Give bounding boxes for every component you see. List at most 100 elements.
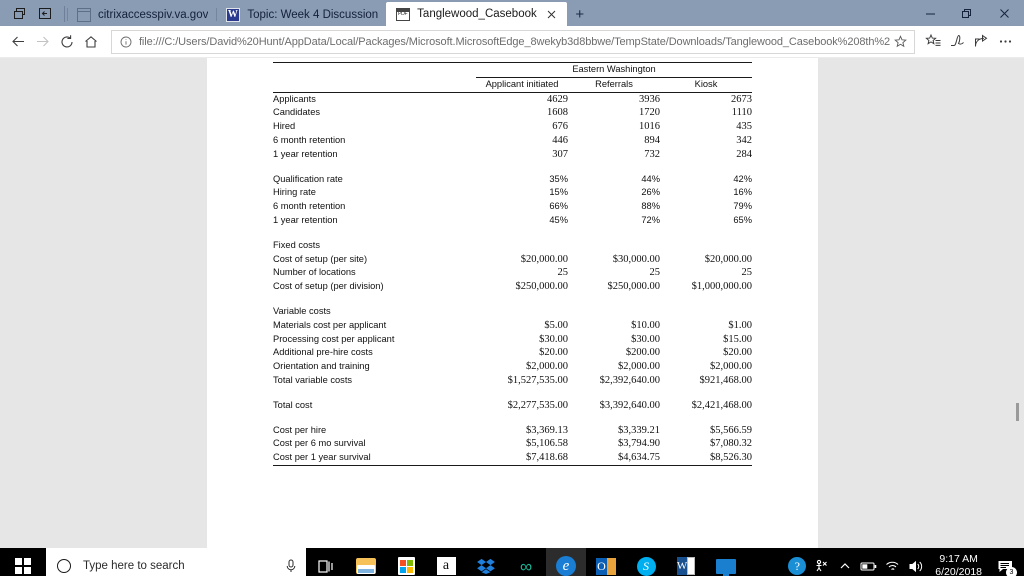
row-label [273, 162, 476, 173]
tab-citrix[interactable]: citrixaccesspiv.va.gov [67, 3, 216, 26]
cell-kiosk [660, 294, 752, 305]
cell-applicant-initiated: 15% [549, 187, 568, 198]
tab-tanglewood-casebook[interactable]: PDF Tanglewood_Casebook [386, 2, 567, 26]
home-button[interactable] [79, 27, 103, 57]
vertical-scrollbar[interactable] [1010, 58, 1024, 548]
taskbar-item-microsoft-store[interactable] [386, 548, 426, 576]
tab-title: Tanglewood_Casebook [417, 8, 537, 20]
cell-kiosk: $8,526.30 [660, 451, 752, 466]
microphone-icon[interactable] [284, 559, 298, 573]
cell-referrals: 88% [641, 201, 660, 212]
cell-referrals [568, 305, 660, 319]
minimize-button[interactable] [912, 0, 948, 26]
taskbar-item-skype[interactable]: S [626, 548, 666, 576]
table-row: Cost per 1 year survival $7,418.68 $4,634.… [273, 451, 752, 466]
cell-applicant-initiated [476, 162, 568, 173]
row-label: Hiring rate [273, 187, 316, 198]
cell-applicant-initiated: $2,277,535.00 [507, 399, 568, 411]
row-label [273, 294, 476, 305]
taskbar-item-amazon[interactable]: a [426, 548, 466, 576]
wifi-icon[interactable] [881, 548, 905, 576]
back-button[interactable] [6, 27, 30, 57]
refresh-button[interactable] [54, 27, 78, 57]
table-title-row: Eastern Washington [273, 62, 752, 78]
new-tab-button[interactable]: + [567, 3, 593, 26]
wikipedia-w-icon: W [225, 7, 240, 22]
row-label: 6 month retention [273, 201, 346, 212]
cell-kiosk: $20,000.00 [704, 253, 752, 265]
cell-applicant-initiated: 4629 [547, 93, 568, 105]
volume-icon[interactable] [905, 548, 929, 576]
favorites-hub-icon[interactable] [921, 27, 945, 57]
taskbar-item-outlook[interactable]: O [586, 548, 626, 576]
table-row: Hiring rate 15% 26% 16% [273, 186, 752, 200]
table-row: Materials cost per applicant $5.00 $10.00 $… [273, 319, 752, 333]
taskbar-item-infinity-app[interactable]: ∞ [506, 548, 546, 576]
row-label: Total cost [273, 399, 313, 410]
cell-referrals: $30,000.00 [612, 253, 660, 265]
taskbar-item-remote-desktop[interactable] [706, 548, 746, 576]
cell-referrals: $4,634.75 [568, 451, 660, 466]
battery-icon[interactable] [857, 548, 881, 576]
cell-applicant-initiated: $30.00 [539, 333, 568, 345]
clock-time: 9:17 AM [939, 553, 978, 565]
cell-kiosk [660, 162, 752, 173]
financial-comparison-table: Eastern Washington Applicant initiated R… [273, 62, 752, 466]
set-tabs-aside-icon[interactable] [32, 1, 58, 25]
cell-referrals: $10.00 [631, 319, 660, 331]
tab-title: Topic: Week 4 Discussion [247, 8, 379, 21]
address-bar[interactable]: file:///C:/Users/David%20Hunt/AppData/Lo… [110, 29, 916, 54]
table-row: 6 month retention 446 894 342 [273, 134, 752, 148]
table-row: Candidates 1608 1720 1110 [273, 106, 752, 120]
accessibility-icon[interactable] [809, 548, 833, 576]
search-placeholder: Type here to search [83, 560, 185, 572]
cell-referrals [568, 294, 660, 305]
taskbar-item-microsoft-word[interactable]: W [666, 548, 706, 576]
column-header-kiosk: Kiosk [660, 77, 752, 93]
task-view-icon[interactable] [306, 548, 346, 576]
cell-referrals [568, 162, 660, 173]
taskbar-item-file-explorer[interactable] [346, 548, 386, 576]
cell-kiosk: $15.00 [723, 333, 752, 345]
cell-referrals: 25 [649, 267, 661, 279]
tab-preview-icon[interactable] [6, 1, 32, 25]
close-icon[interactable] [545, 7, 559, 21]
row-label: Orientation and training [273, 361, 370, 372]
info-circle-icon[interactable] [118, 34, 134, 50]
favorite-star-icon[interactable] [890, 32, 910, 52]
region-title: Eastern Washington [476, 62, 752, 78]
row-label: Number of locations [273, 267, 356, 278]
address-input[interactable]: file:///C:/Users/David%20Hunt/AppData/Lo… [139, 36, 890, 48]
row-label: Materials cost per applicant [273, 319, 387, 330]
cell-kiosk: 1110 [731, 107, 752, 119]
cell-applicant-initiated [476, 228, 568, 239]
cell-referrals: $3,339.21 [618, 424, 660, 436]
close-button[interactable] [984, 0, 1024, 26]
windows-start-icon[interactable] [0, 548, 46, 576]
search-input[interactable]: Type here to search [46, 548, 306, 576]
notification-count-badge: 3 [1006, 567, 1017, 576]
show-hidden-icons-chevron[interactable] [833, 548, 857, 576]
row-label [273, 413, 476, 424]
tab-week4-discussion[interactable]: W Topic: Week 4 Discussion [216, 3, 386, 26]
web-notes-pen-icon[interactable] [945, 27, 969, 57]
share-icon[interactable] [970, 27, 994, 57]
cell-referrals: $200.00 [625, 347, 660, 359]
restore-button[interactable] [948, 0, 984, 26]
forward-button[interactable] [30, 27, 54, 57]
notifications-button[interactable]: 3 [990, 548, 1020, 576]
cell-kiosk: $5,566.59 [710, 424, 752, 436]
cell-applicant-initiated [476, 294, 568, 305]
cell-applicant-initiated: 66% [549, 201, 568, 212]
taskbar-item-microsoft-edge[interactable]: e [546, 548, 586, 576]
more-ellipsis-icon[interactable] [994, 27, 1018, 57]
taskbar-clock[interactable]: 9:17 AM 6/20/2018 [929, 553, 990, 576]
scrollbar-thumb[interactable] [1016, 403, 1019, 421]
cell-kiosk: 435 [736, 121, 752, 133]
cell-kiosk: $921,468.00 [699, 374, 753, 386]
taskbar-item-dropbox[interactable] [466, 548, 506, 576]
help-icon[interactable]: ? [785, 548, 809, 576]
cell-applicant-initiated [476, 239, 568, 253]
cell-kiosk: $1,000,000.00 [691, 281, 752, 293]
cell-applicant-initiated: 25 [557, 267, 569, 279]
